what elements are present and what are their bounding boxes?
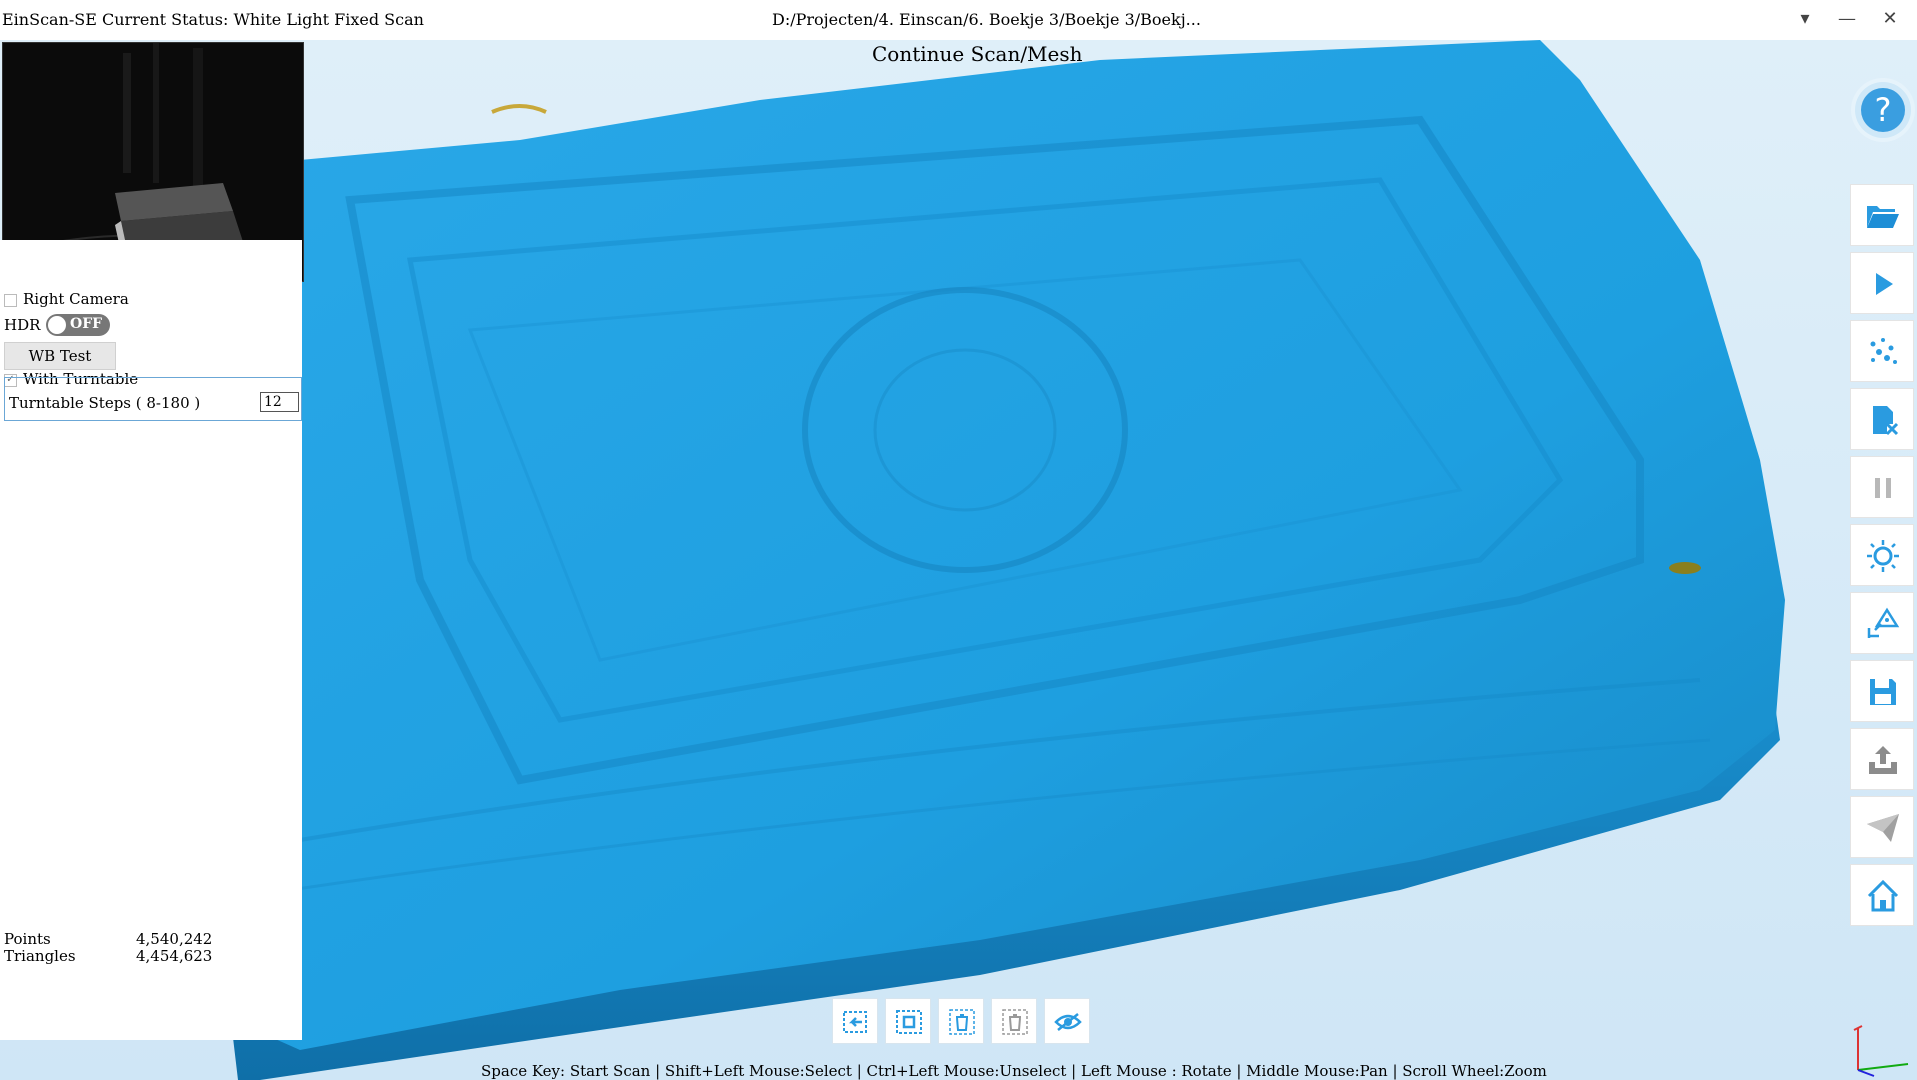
undo-select-icon — [843, 1011, 867, 1033]
turntable-steps-label: Turntable Steps ( 8-180 ) — [9, 394, 201, 412]
hdr-toggle[interactable]: OFF — [46, 314, 110, 336]
open-button[interactable] — [1850, 184, 1914, 246]
help-button[interactable]: ? — [1855, 82, 1911, 138]
settings-panel: Right Camera HDR OFF WB Test ✓ With Turnt… — [0, 240, 302, 1040]
export-button[interactable] — [1850, 728, 1914, 790]
triangles-value: 4,454,623 — [136, 947, 213, 965]
wb-test-button[interactable]: WB Test — [4, 342, 116, 370]
home-button[interactable] — [1850, 864, 1914, 926]
visibility-button[interactable] — [1044, 998, 1090, 1044]
viewport-title: Continue Scan/Mesh — [872, 42, 1083, 66]
point-cloud-button[interactable] — [1850, 320, 1914, 382]
axis-indicator — [1853, 1025, 1909, 1077]
delete-unselected-button[interactable] — [991, 998, 1037, 1044]
points-icon — [1870, 338, 1897, 364]
delete-scan-button[interactable] — [1850, 388, 1914, 450]
points-value: 4,540,242 — [136, 930, 213, 948]
undo-select-button[interactable] — [832, 998, 878, 1044]
minimize-button[interactable]: — — [1832, 8, 1862, 29]
save-button[interactable] — [1850, 660, 1914, 722]
points-label: Points — [4, 930, 51, 948]
start-scan-button[interactable] — [1850, 252, 1914, 314]
share-button[interactable] — [1850, 796, 1914, 858]
scan-viewport[interactable]: Continue Scan/Mesh 🔍 Right Camera HDR OF… — [0, 40, 1917, 1080]
select-all-icon — [896, 1010, 922, 1034]
visibility-icon — [1054, 1013, 1082, 1031]
pause-icon — [1875, 478, 1891, 498]
export-icon — [1869, 746, 1897, 774]
app-title: EinScan-SE Current Status: White Light F… — [2, 10, 424, 29]
file-path: D:/Projecten/4. Einscan/6. Boekje 3/Boek… — [772, 10, 1201, 29]
align-icon — [1867, 607, 1900, 638]
hdr-label: HDR — [4, 316, 41, 334]
share-icon — [1867, 814, 1899, 842]
triangles-label: Triangles — [4, 947, 76, 965]
delete-selection-icon — [949, 1009, 975, 1035]
select-all-button[interactable] — [885, 998, 931, 1044]
right-camera-option[interactable]: Right Camera — [4, 290, 129, 308]
open-folder-icon — [1867, 206, 1899, 228]
pause-button[interactable] — [1850, 456, 1914, 518]
toggle-knob — [48, 316, 66, 334]
right-camera-checkbox[interactable] — [4, 293, 17, 307]
save-icon — [1870, 679, 1896, 705]
home-icon — [1867, 879, 1899, 912]
delete-file-icon — [1873, 406, 1899, 436]
close-button[interactable]: ✕ — [1875, 8, 1905, 29]
window-menu-button[interactable]: ▾ — [1790, 8, 1820, 29]
turntable-steps-input[interactable]: 12 — [260, 392, 299, 412]
align-button[interactable] — [1850, 592, 1914, 654]
delete-selection-button[interactable] — [938, 998, 984, 1044]
delete-unselected-icon — [1002, 1009, 1028, 1035]
right-camera-label: Right Camera — [23, 290, 129, 308]
title-bar: EinScan-SE Current Status: White Light F… — [0, 0, 1917, 40]
play-icon — [1876, 273, 1893, 295]
help-icon: ? — [1861, 88, 1905, 132]
brightness-button[interactable] — [1850, 524, 1914, 586]
hdr-state: OFF — [70, 316, 103, 332]
keyboard-hints: Space Key: Start Scan | Shift+Left Mouse… — [481, 1062, 1547, 1080]
brightness-icon — [1867, 540, 1899, 572]
